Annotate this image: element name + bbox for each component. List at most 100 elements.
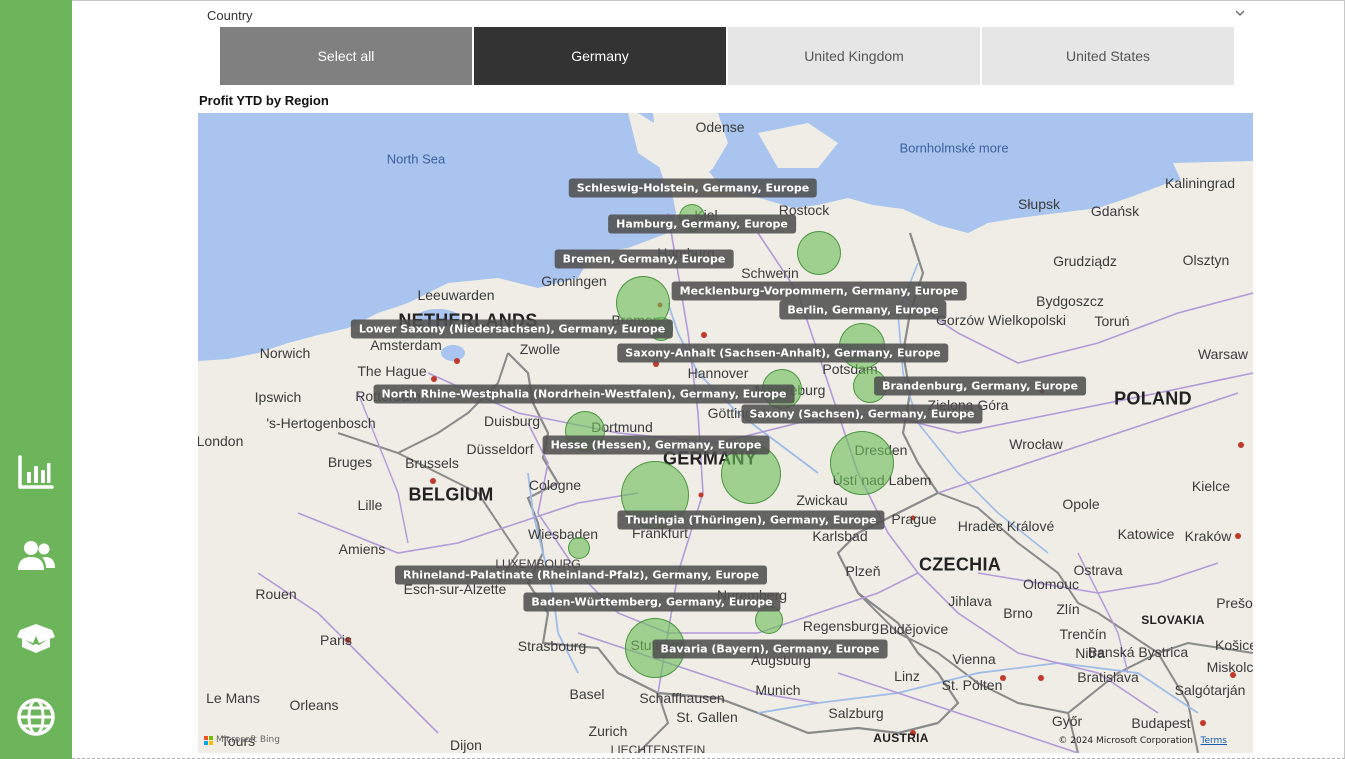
city-label: Ipswich — [254, 389, 302, 405]
city-label: Dijon — [450, 737, 482, 753]
city-label: Bydgoszcz — [1036, 293, 1104, 309]
city-label: Paris — [320, 632, 352, 648]
city-label: Karlsbad — [812, 528, 868, 544]
slicer-dropdown-toggle[interactable] — [1233, 6, 1247, 20]
city-label: Opole — [1062, 496, 1100, 512]
country-label: LIECHTENSTEIN — [610, 743, 706, 753]
region-label[interactable]: Berlin, Germany, Europe — [779, 300, 947, 320]
region-bubble[interactable] — [568, 537, 590, 559]
city-label: Le Mans — [206, 690, 260, 706]
city-label: Toruń — [1094, 313, 1130, 329]
region-bubble[interactable] — [830, 431, 894, 495]
bing-attribution: Microsoft Bing — [204, 735, 280, 745]
city-label: Düsseldorf — [466, 441, 534, 457]
city-label: Norwich — [259, 345, 311, 361]
city-label: Plzeň — [845, 563, 881, 579]
region-label[interactable]: Mecklenburg-Vorpommern, Germany, Europe — [671, 281, 967, 301]
slicer-tile-united-states[interactable]: United States — [982, 27, 1234, 85]
city-label: Kielce — [1191, 478, 1231, 494]
city-label: Gorzów Wielkopolski — [936, 312, 1066, 328]
report-page: Country Select all Germany United Kingdo… — [0, 0, 1345, 759]
region-label[interactable]: Bavaria (Bayern), Germany, Europe — [652, 639, 888, 659]
city-label: Basel — [569, 686, 605, 702]
city-label: Orleans — [289, 697, 339, 713]
city-label: Győr — [1051, 713, 1083, 729]
city-label: St. Pölten — [941, 677, 1003, 693]
city-label: Bruges — [327, 454, 373, 470]
city-label: Regensburg — [802, 618, 880, 634]
bar-chart-icon — [16, 452, 56, 497]
city-label: Strasbourg — [517, 638, 587, 654]
city-label: Schaffhausen — [639, 690, 725, 706]
slicer-header: Country — [207, 8, 253, 23]
nav-charts-button[interactable] — [14, 452, 58, 496]
slicer-tile-germany[interactable]: Germany — [474, 27, 726, 85]
city-label: Zlín — [1056, 601, 1080, 617]
city-label: Ostrava — [1073, 562, 1123, 578]
region-label[interactable]: Saxony-Anhalt (Sachsen-Anhalt), Germany,… — [617, 343, 949, 363]
visual-title: Profit YTD by Region — [199, 93, 329, 108]
country-label: POLAND — [1114, 388, 1192, 409]
users-icon — [16, 536, 56, 581]
region-label[interactable]: Lower Saxony (Niedersachsen), Germany, E… — [350, 319, 674, 339]
microsoft-logo-icon — [204, 735, 213, 745]
region-label[interactable]: Bremen, Germany, Europe — [554, 249, 734, 269]
city-label: Warsaw — [1197, 346, 1249, 362]
country-label: AUSTRIA — [873, 731, 929, 745]
city-label: Hannover — [687, 365, 749, 381]
region-label[interactable]: Hamburg, Germany, Europe — [608, 214, 796, 234]
city-label: Vienna — [952, 651, 996, 667]
country-slicer: Select all Germany United Kingdom United… — [220, 27, 1234, 85]
city-label: 's-Hertogenbosch — [266, 415, 376, 431]
city-label: Brno — [1003, 605, 1033, 621]
city-label: Prague — [891, 511, 937, 527]
map-visual[interactable]: North SeaBornholmské moreNETHERLANDSBELG… — [198, 113, 1253, 753]
city-label: Cologne — [528, 477, 582, 493]
nav-products-button[interactable] — [14, 616, 58, 660]
region-label[interactable]: Thuringia (Thüringen), Germany, Europe — [617, 510, 885, 530]
city-label: Gdańsk — [1090, 203, 1140, 219]
city-label: Zurich — [588, 723, 628, 739]
map-terms-link[interactable]: Terms — [1200, 736, 1227, 746]
city-label: Salzburg — [828, 705, 884, 721]
city-label: Katowice — [1117, 526, 1175, 542]
city-label: Leeuwarden — [417, 287, 495, 303]
region-label[interactable]: Baden-Württemberg, Germany, Europe — [523, 592, 781, 612]
slicer-tile-select-all[interactable]: Select all — [220, 27, 472, 85]
city-label: Hradec Králové — [957, 518, 1055, 534]
region-bubble[interactable] — [797, 231, 841, 275]
city-label: Linz — [894, 668, 920, 684]
nav-customers-button[interactable] — [14, 536, 58, 580]
water-label: North Sea — [386, 151, 446, 167]
water-label: Bornholmské more — [899, 140, 1009, 156]
city-label: Zwickau — [796, 492, 848, 508]
city-label: Budapest — [1131, 715, 1191, 731]
region-label[interactable]: Schleswig-Holstein, Germany, Europe — [568, 178, 818, 198]
city-label: Słupsk — [1017, 196, 1061, 212]
city-label: Zwolle — [519, 341, 561, 357]
city-label: Munich — [755, 682, 801, 698]
city-label: Lille — [357, 497, 383, 513]
city-label: Olsztyn — [1182, 252, 1230, 268]
region-label[interactable]: North Rhine-Westphalia (Nordrhein-Westfa… — [373, 384, 795, 404]
city-label: Budějovice — [879, 621, 949, 637]
nav-regions-button[interactable] — [14, 697, 58, 741]
city-label: Duisburg — [483, 413, 541, 429]
city-label: Nitra — [1075, 645, 1105, 661]
city-label: Kaliningrad — [1164, 175, 1236, 191]
chevron-down-icon — [1233, 7, 1247, 24]
map-copyright: © 2024 Microsoft Corporation — [1058, 736, 1193, 746]
region-label[interactable]: Hesse (Hessen), Germany, Europe — [542, 435, 770, 455]
city-label: Amsterdam — [370, 337, 442, 353]
region-label[interactable]: Brandenburg, Germany, Europe — [874, 376, 1086, 396]
city-label: Jihlava — [948, 593, 992, 609]
slicer-tile-united-kingdom[interactable]: United Kingdom — [728, 27, 980, 85]
country-label: BELGIUM — [408, 484, 494, 505]
city-label: Kraków — [1184, 528, 1232, 544]
city-label: Košice — [1214, 637, 1253, 653]
city-label: Odense — [695, 119, 745, 135]
region-label[interactable]: Saxony (Sachsen), Germany, Europe — [741, 404, 983, 424]
region-label[interactable]: Rhineland-Palatinate (Rheinland-Pfalz), … — [395, 565, 767, 585]
bing-attribution-text: Microsoft Bing — [216, 735, 280, 745]
city-label: Trenčín — [1059, 626, 1107, 642]
